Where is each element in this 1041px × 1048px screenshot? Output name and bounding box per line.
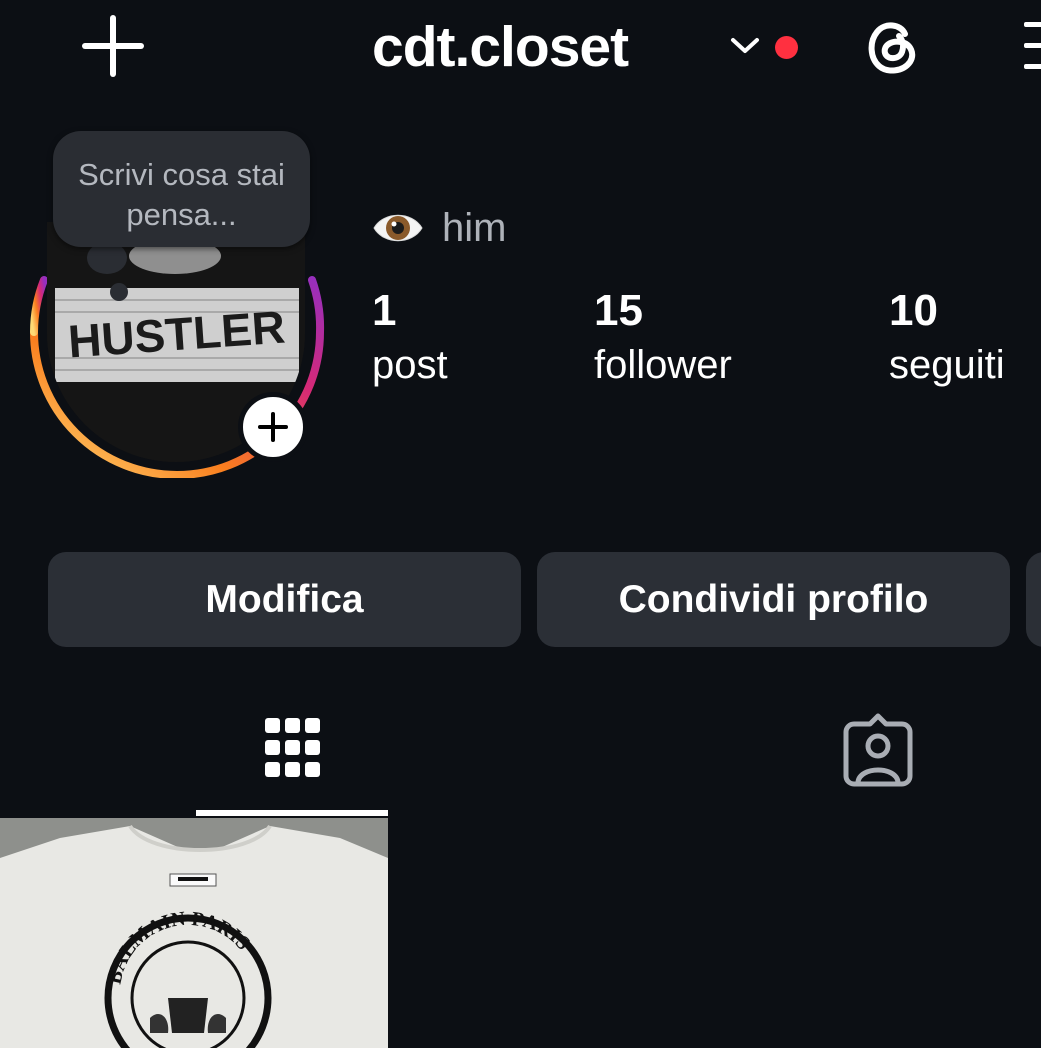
stat-following[interactable]: 10 seguiti bbox=[889, 286, 1005, 390]
note-bubble[interactable]: Scrivi cosa stai pensa... bbox=[53, 131, 310, 247]
selected-tab-indicator bbox=[196, 810, 388, 816]
account-username[interactable]: cdt.closet bbox=[372, 14, 629, 80]
stat-followers-value: 15 bbox=[594, 286, 643, 335]
eye-icon bbox=[373, 214, 423, 242]
chevron-down-icon[interactable] bbox=[730, 34, 760, 56]
add-story-button[interactable] bbox=[238, 392, 308, 462]
plus-icon bbox=[258, 412, 288, 442]
notification-dot bbox=[775, 36, 798, 59]
grid-icon bbox=[265, 718, 320, 777]
tab-posts-grid[interactable] bbox=[196, 700, 388, 816]
new-post-button[interactable] bbox=[80, 14, 146, 78]
bio: him bbox=[372, 202, 506, 254]
threads-icon bbox=[868, 22, 916, 74]
threads-button[interactable] bbox=[861, 14, 925, 78]
add-friend-button[interactable] bbox=[1026, 552, 1041, 647]
post-thumbnail-image: BALMAIN PARIS bbox=[0, 818, 388, 1048]
stat-followers[interactable]: 15 follower bbox=[594, 286, 732, 390]
post-thumbnail[interactable]: BALMAIN PARIS bbox=[0, 818, 388, 1048]
tagged-person-icon bbox=[843, 713, 913, 787]
stat-following-value: 10 bbox=[889, 286, 938, 335]
stat-followers-label: follower bbox=[594, 343, 732, 387]
note-bubble-tail-dot bbox=[110, 283, 128, 301]
plus-icon bbox=[82, 15, 144, 77]
hamburger-menu-icon[interactable] bbox=[1024, 20, 1041, 72]
share-profile-button[interactable]: Condividi profilo bbox=[537, 552, 1010, 647]
note-placeholder-text: Scrivi cosa stai pensa... bbox=[78, 157, 285, 232]
tab-tagged[interactable] bbox=[828, 700, 928, 816]
stat-following-label: seguiti bbox=[889, 343, 1005, 387]
stat-posts[interactable]: 1 post bbox=[372, 286, 448, 390]
bio-text: him bbox=[442, 205, 507, 250]
stat-posts-value: 1 bbox=[372, 286, 397, 335]
edit-profile-button[interactable]: Modifica bbox=[48, 552, 521, 647]
stat-posts-label: post bbox=[372, 343, 448, 387]
